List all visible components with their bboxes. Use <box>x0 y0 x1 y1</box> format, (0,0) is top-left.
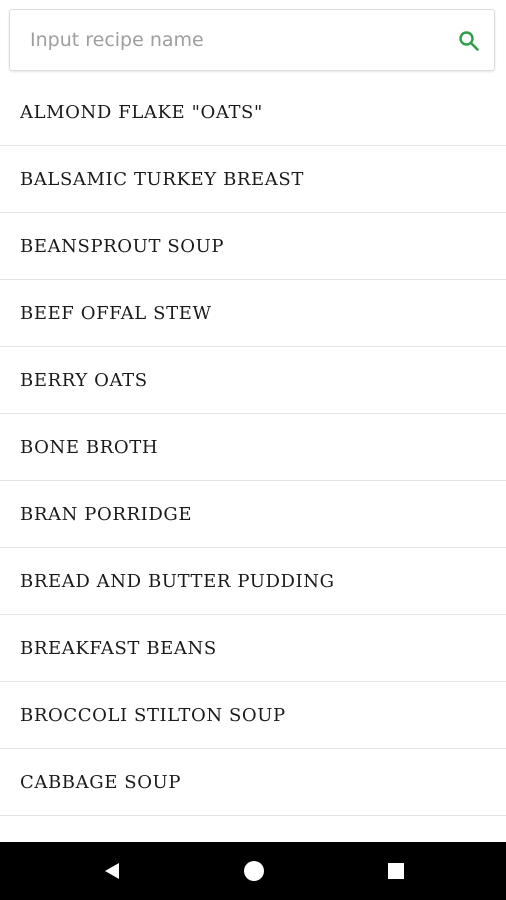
recipe-list-item[interactable]: BEANSPROUT SOUP <box>0 213 506 280</box>
back-button[interactable] <box>82 842 142 900</box>
recents-button[interactable] <box>366 842 426 900</box>
recipe-list-item[interactable]: ALMOND FLAKE "OATS" <box>0 79 506 146</box>
recipe-list-item[interactable]: BRAN PORRIDGE <box>0 481 506 548</box>
recipe-search-input[interactable] <box>10 10 430 70</box>
recipe-list-item[interactable]: BREAKFAST BEANS <box>0 615 506 682</box>
search-icon <box>459 31 479 51</box>
home-button[interactable] <box>224 842 284 900</box>
recipe-list-item[interactable]: BEEF OFFAL STEW <box>0 280 506 347</box>
recipe-list-item[interactable]: BONE BROTH <box>0 414 506 481</box>
recipe-list-item[interactable]: BERRY OATS <box>0 347 506 414</box>
search-button[interactable] <box>452 24 486 58</box>
back-triangle-icon <box>105 863 119 879</box>
recipe-list-item[interactable]: CABBAGE SOUP <box>0 749 506 816</box>
search-bar <box>9 9 495 71</box>
recipe-list-item[interactable]: BREAD AND BUTTER PUDDING <box>0 548 506 615</box>
recipe-list-item[interactable]: BROCCOLI STILTON SOUP <box>0 682 506 749</box>
recipe-list: ALMOND FLAKE "OATS" BALSAMIC TURKEY BREA… <box>0 79 506 816</box>
home-circle-icon <box>244 861 264 881</box>
recents-square-icon <box>388 863 404 879</box>
recipe-search-screen: ALMOND FLAKE "OATS" BALSAMIC TURKEY BREA… <box>0 0 506 900</box>
system-navigation-bar <box>0 842 506 900</box>
recipe-list-item[interactable]: BALSAMIC TURKEY BREAST <box>0 146 506 213</box>
